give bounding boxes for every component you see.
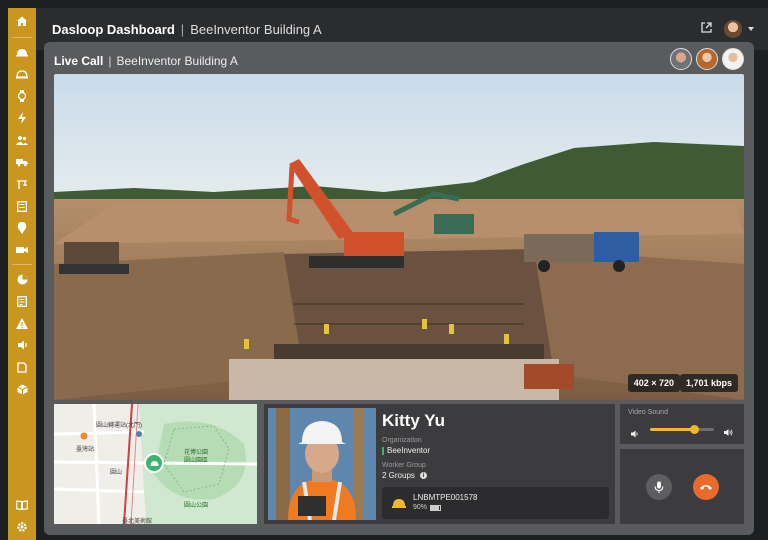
end-call-button[interactable] — [693, 474, 719, 500]
volume-down-icon[interactable] — [631, 425, 639, 443]
chevron-down-icon[interactable] — [748, 27, 754, 31]
map-label: 臺灣站 — [76, 447, 95, 453]
battery-level: 90% — [413, 504, 442, 511]
organization-value: BeeInventor — [382, 446, 430, 455]
pin-icon[interactable] — [8, 217, 36, 239]
participant-avatar[interactable] — [670, 48, 692, 70]
battery-icon — [430, 504, 442, 511]
home-icon[interactable] — [8, 8, 36, 34]
construction-site-image — [54, 74, 744, 400]
worker-group-count: 2 Groups — [382, 471, 415, 480]
device-id: LNBMTPE001578 — [413, 493, 478, 502]
helmet-device-icon — [392, 496, 406, 514]
bitrate-badge: 1,701 kbps — [679, 374, 738, 392]
user-avatar[interactable] — [724, 20, 742, 38]
group-icon[interactable] — [8, 129, 36, 151]
sidebar-divider — [12, 37, 32, 38]
worker-name: Kitty Yu — [382, 411, 445, 430]
device-box: LNBMTPE001578 90% — [382, 487, 609, 519]
live-call-modal: Live Call | BeeInventor Building A 402 ×… — [44, 42, 754, 535]
resolution-badge: 402 × 720 — [627, 374, 680, 392]
map-label: 臺北美術館 — [122, 519, 153, 524]
worker-group-label: Worker Group — [382, 462, 426, 469]
worker-location-marker[interactable] — [144, 453, 164, 473]
clipboard-icon[interactable] — [8, 356, 36, 378]
participant-avatar[interactable] — [722, 48, 744, 70]
volume-slider-fill — [650, 428, 695, 431]
sidebar — [8, 8, 36, 540]
topbar-right — [701, 20, 754, 38]
microphone-icon — [654, 481, 664, 493]
modal-header: Live Call | BeeInventor Building A — [54, 54, 238, 68]
crane-icon[interactable] — [8, 173, 36, 195]
alert-icon[interactable] — [8, 312, 36, 334]
helmet-icon[interactable] — [8, 41, 36, 63]
worker-info-card: Kitty Yu Organization BeeInventor Worker… — [264, 404, 615, 524]
call-controls — [620, 449, 744, 524]
map-label: 圓山園區 — [184, 458, 209, 464]
worker-group-value: 2 Groups i — [382, 471, 427, 480]
video-sound-panel: Video Sound — [620, 404, 744, 444]
battery-percent: 90% — [413, 504, 428, 511]
pie-icon[interactable] — [8, 268, 36, 290]
live-video-feed[interactable]: 402 × 720 1,701 kbps — [54, 74, 744, 400]
organization-color-icon — [382, 446, 384, 455]
live-call-title: Live Call — [54, 54, 104, 68]
call-site-name: BeeInventor Building A — [116, 54, 238, 68]
microphone-button[interactable] — [646, 474, 672, 500]
worker-photo — [268, 408, 376, 520]
location-map[interactable]: 圓山轉運站(北門) 臺灣站 圓山 花博公園 圓山園區 圓山公園 臺北美術館 — [54, 404, 257, 524]
phone-hangup-icon — [700, 485, 712, 490]
map-label: 圓山 — [110, 470, 123, 476]
map-label: 圓山公園 — [184, 503, 209, 509]
volume-slider-handle[interactable] — [690, 425, 700, 434]
volume-up-icon[interactable] — [724, 424, 734, 442]
map-label: 圓山轉運站(北門) — [96, 423, 142, 429]
dashboard-title: Dasloop Dashboard — [52, 21, 175, 37]
settings-icon[interactable] — [8, 516, 36, 538]
book-icon[interactable] — [8, 494, 36, 516]
participant-list — [670, 48, 744, 70]
participant-avatar[interactable] — [696, 48, 718, 70]
organization-name: BeeInventor — [387, 446, 431, 455]
sidebar-divider — [12, 264, 32, 265]
cube-icon[interactable] — [8, 378, 36, 400]
organization-label: Organization — [382, 437, 422, 444]
external-link-icon[interactable] — [701, 20, 712, 38]
watch-icon[interactable] — [8, 85, 36, 107]
volume-slider[interactable] — [650, 425, 714, 434]
camera-icon[interactable] — [8, 239, 36, 261]
video-sound-label: Video Sound — [628, 409, 668, 416]
header-divider: | — [108, 54, 112, 68]
info-icon[interactable]: i — [419, 472, 427, 479]
truck-icon[interactable] — [8, 151, 36, 173]
broadcast-icon[interactable] — [8, 334, 36, 356]
doc-icon[interactable] — [8, 195, 36, 217]
report-icon[interactable] — [8, 290, 36, 312]
helmet-alert-icon[interactable] — [8, 63, 36, 85]
site-name: BeeInventor Building A — [190, 21, 322, 37]
title-divider: | — [180, 21, 185, 37]
power-icon[interactable] — [8, 107, 36, 129]
